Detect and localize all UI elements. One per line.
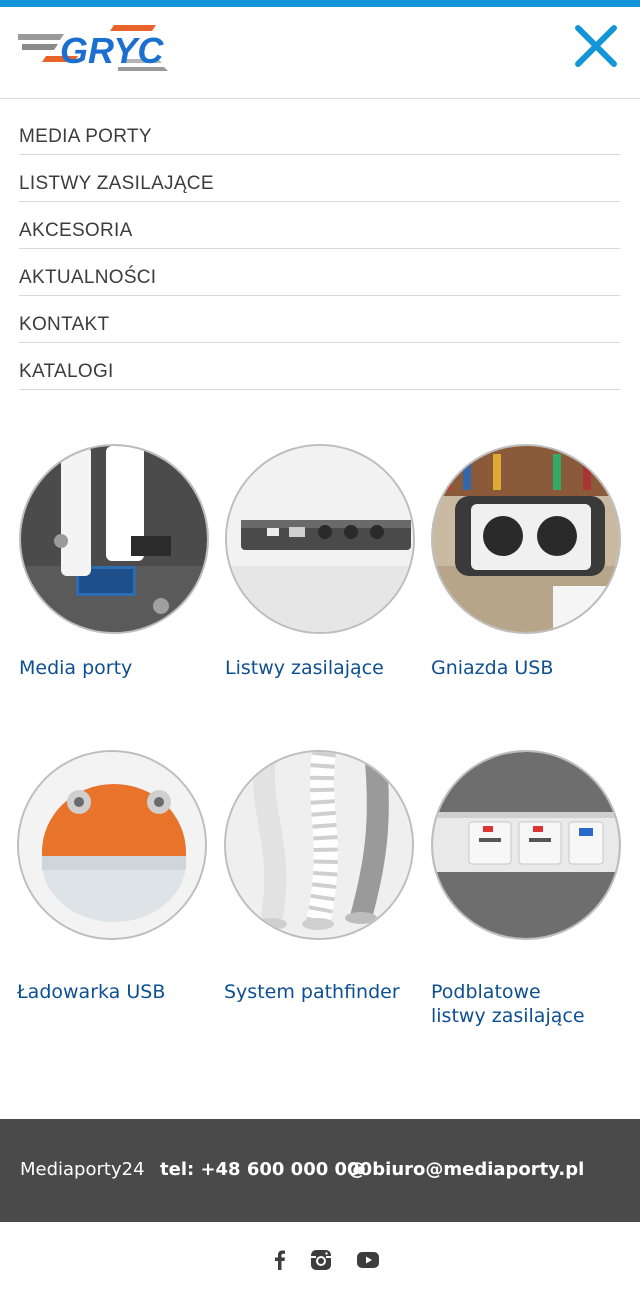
close-menu-button[interactable] [570,23,622,71]
desk-socket-usb-image[interactable] [431,444,621,634]
product-title-line: listwy zasilające [431,1005,585,1027]
usb-plugs-in-desk-image[interactable] [19,444,209,634]
product-card-podblatowe-listwy[interactable]: Podblatowe listwy zasilające [431,750,631,1027]
product-title[interactable]: Listwy zasilające [225,656,425,680]
menu-item-kontakt[interactable]: KONTAKT [19,296,620,343]
cable-spine-image[interactable] [224,750,414,940]
svg-text:GRYC: GRYC [60,30,164,71]
product-card-system-pathfinder[interactable]: System pathfinder [224,750,424,1003]
product-card-ladowarka-usb[interactable]: Ładowarka USB [17,750,217,1003]
menu-item-katalogi[interactable]: KATALOGI [19,343,620,390]
header: GRYC [0,7,640,99]
product-card-gniazda-usb[interactable]: Gniazda USB [431,444,631,679]
product-card-media-porty[interactable]: Media porty [19,444,219,679]
footer-contact-bar: Mediaporty24 tel: +48 600 000 000 @ biur… [0,1119,640,1222]
product-title[interactable]: Podblatowe listwy zasilające [431,980,631,1028]
menu-item-label[interactable]: AKCESORIA [19,220,133,242]
footer-brand[interactable]: Mediaporty24 [20,1159,145,1180]
product-title[interactable]: Gniazda USB [431,656,631,680]
power-strip-image[interactable] [225,444,415,634]
menu-item-label[interactable]: KONTAKT [19,314,109,336]
orange-sphere-charger-image[interactable] [17,750,207,940]
menu-item-label[interactable]: MEDIA PORTY [19,126,152,148]
facebook-icon[interactable] [268,1248,292,1272]
product-title[interactable]: System pathfinder [224,980,424,1004]
menu-item-label[interactable]: AKTUALNOŚCI [19,267,156,289]
menu-item-listwy-zasilajace[interactable]: LISTWY ZASILAJĄCE [19,155,620,202]
footer-phone[interactable]: tel: +48 600 000 000 [160,1159,372,1180]
menu-item-akcesoria[interactable]: AKCESORIA [19,202,620,249]
product-title[interactable]: Ładowarka USB [17,980,217,1004]
main-menu: MEDIA PORTY LISTWY ZASILAJĄCE AKCESORIA … [19,108,620,390]
footer-email[interactable]: @ biuro@mediaporty.pl [348,1159,584,1180]
menu-item-aktualnosci[interactable]: AKTUALNOŚCI [19,249,620,296]
instagram-icon[interactable] [309,1248,333,1272]
product-title[interactable]: Media porty [19,656,219,680]
menu-item-label[interactable]: KATALOGI [19,361,114,383]
menu-item-media-porty[interactable]: MEDIA PORTY [19,108,620,155]
close-icon [575,25,617,67]
social-links [0,1248,640,1274]
youtube-icon[interactable] [356,1248,380,1272]
product-title-line: Podblatowe [431,981,541,1003]
top-accent-bar [0,0,640,7]
under-desk-strip-image[interactable] [431,750,621,940]
product-card-listwy-zasilajace[interactable]: Listwy zasilające [225,444,425,679]
gryc-logo[interactable]: GRYC [18,23,168,73]
menu-item-label[interactable]: LISTWY ZASILAJĄCE [19,173,214,195]
